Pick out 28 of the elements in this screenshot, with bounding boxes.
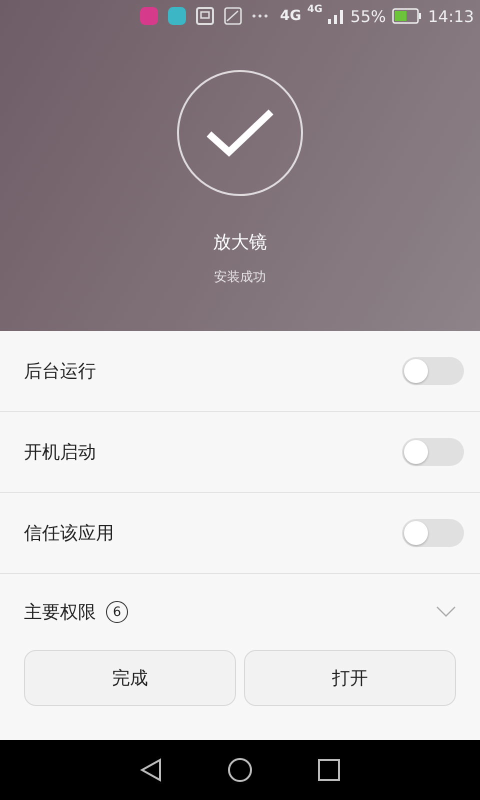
network-label: 4G: [280, 8, 302, 24]
setting-label: 信任该应用: [24, 522, 114, 545]
setting-label: 开机启动: [24, 441, 96, 464]
network-label: 4G: [307, 4, 322, 15]
battery-icon: [392, 8, 422, 24]
action-button[interactable]: 打开: [244, 650, 456, 706]
home-icon[interactable]: [228, 758, 252, 782]
install-status: 安装成功: [214, 269, 266, 286]
calendar-icon: [196, 7, 214, 25]
more-icon: [252, 14, 268, 18]
back-icon[interactable]: [140, 758, 162, 782]
checkmark-icon: [177, 70, 303, 196]
app-icon: [168, 7, 186, 25]
toggle-switch[interactable]: [402, 357, 464, 385]
permissions-label: 主要权限: [24, 601, 96, 624]
toggle-switch[interactable]: [402, 438, 464, 466]
setting-label: 后台运行: [24, 360, 96, 383]
app-name: 放大镜: [213, 231, 267, 254]
battery-percent: 55%: [350, 6, 386, 26]
app-icon: [140, 7, 158, 25]
chevron-icon[interactable]: [436, 606, 456, 618]
action-button[interactable]: 完成: [24, 650, 236, 706]
recents-icon[interactable]: [318, 759, 340, 781]
signal-icon: [328, 8, 344, 24]
toggle-switch[interactable]: [402, 519, 464, 547]
clock: 14:13: [428, 6, 474, 26]
permission-count: 6: [106, 601, 128, 623]
image-icon: [224, 7, 242, 25]
